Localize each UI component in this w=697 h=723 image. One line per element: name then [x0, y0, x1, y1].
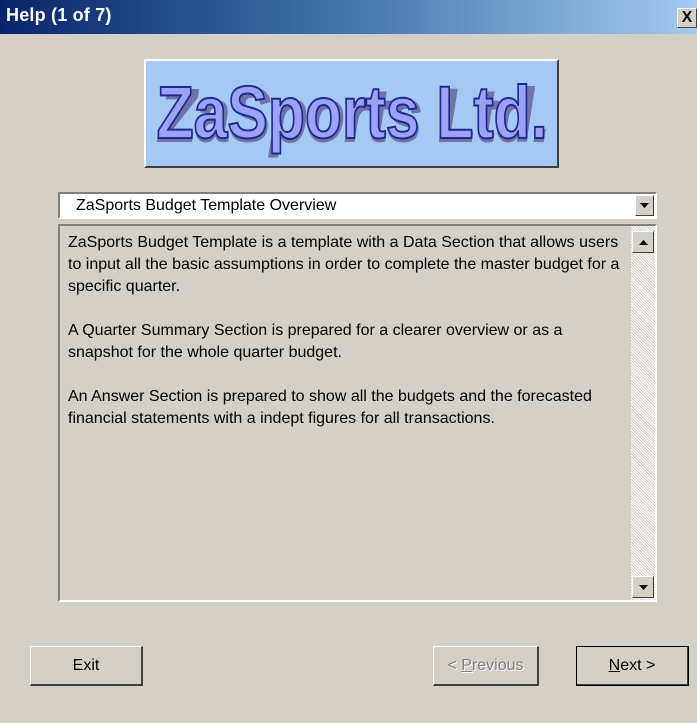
logo-text: ZaSports Ltd. — [156, 72, 547, 154]
scroll-up-button[interactable] — [632, 231, 654, 253]
logo-icon: ZaSports Ltd. ZaSports Ltd. — [155, 71, 550, 158]
logo-banner: ZaSports Ltd. ZaSports Ltd. — [144, 59, 559, 168]
previous-button[interactable]: < Previous — [433, 646, 539, 686]
next-access-key: N — [608, 656, 621, 674]
previous-rest: revious — [471, 656, 524, 674]
window-title: Help (1 of 7) — [6, 5, 112, 25]
title-bar: Help (1 of 7) X — [0, 0, 697, 34]
arrow-down-icon — [638, 584, 648, 590]
scroll-down-button[interactable] — [632, 576, 654, 598]
vertical-scrollbar[interactable] — [631, 226, 655, 600]
arrow-up-icon — [638, 239, 648, 245]
close-icon: X — [681, 9, 693, 26]
chevron-down-icon — [640, 203, 649, 208]
exit-button-label: Exit — [72, 656, 100, 674]
next-button[interactable]: Next > — [576, 646, 689, 686]
next-rest: ext > — [620, 656, 656, 674]
help-text-area[interactable]: ZaSports Budget Template is a template w… — [58, 224, 657, 602]
previous-access-key: P — [461, 656, 472, 674]
help-paragraph: ZaSports Budget Template is a template w… — [68, 234, 620, 295]
next-button-label: Next > — [609, 657, 656, 675]
topic-dropdown-value: ZaSports Budget Template Overview — [76, 197, 337, 214]
topic-dropdown[interactable]: ZaSports Budget Template Overview — [58, 192, 657, 219]
help-text: ZaSports Budget Template is a template w… — [68, 232, 623, 452]
close-button[interactable]: X — [677, 8, 697, 28]
previous-button-label: < Previous — [447, 657, 523, 675]
previous-prefix: < — [447, 656, 462, 674]
help-paragraph: A Quarter Summary Section is prepared fo… — [68, 322, 563, 361]
dropdown-button[interactable] — [635, 195, 654, 216]
exit-button[interactable]: Exit — [30, 646, 143, 686]
help-paragraph: An Answer Section is prepared to show al… — [68, 388, 592, 427]
